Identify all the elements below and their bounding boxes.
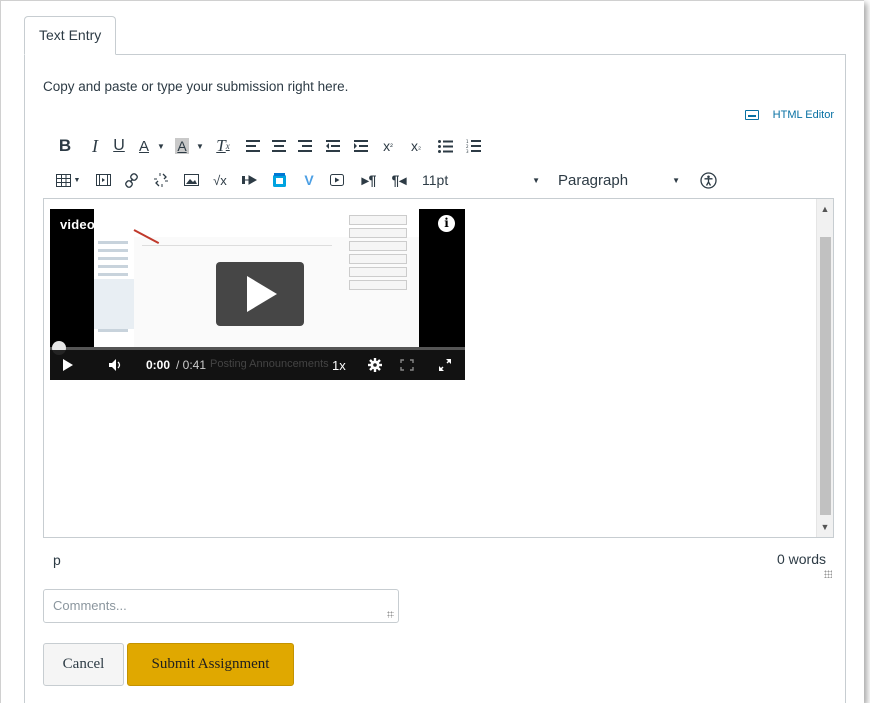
toolbar-row-1: B I U A ▼ A ▼ Tx x² x₂ 123	[54, 133, 482, 159]
toolbar-row-2: ▼ √x V ▸¶ ¶◂ 11pt ▼ Paragraph ▼	[54, 167, 718, 193]
align-right-icon[interactable]	[296, 133, 314, 159]
background-color-icon[interactable]: A	[173, 133, 191, 159]
element-path: p	[53, 552, 61, 568]
fullscreen-icon[interactable]	[438, 350, 452, 380]
text-color-icon[interactable]: A	[136, 133, 152, 159]
cancel-button[interactable]: Cancel	[43, 643, 124, 686]
align-left-icon[interactable]	[244, 133, 262, 159]
rtl-icon[interactable]: ¶◂	[390, 167, 408, 193]
bold-icon[interactable]: B	[54, 133, 76, 159]
instructions-text: Copy and paste or type your submission r…	[43, 79, 349, 94]
superscript-icon[interactable]: x²	[380, 133, 396, 159]
theater-mode-icon[interactable]	[400, 350, 414, 380]
duration: / 0:41	[176, 358, 207, 372]
chevron-down-icon: ▼	[532, 175, 540, 185]
font-size-value: 11pt	[422, 172, 449, 188]
resize-grip-icon[interactable]	[824, 570, 832, 578]
media-icon[interactable]	[94, 167, 112, 193]
ltr-icon[interactable]: ▸¶	[360, 167, 378, 193]
unlink-icon[interactable]	[152, 167, 170, 193]
video-controls: Posting Announcements 0:00 / 0:41 1x	[50, 350, 465, 380]
align-center-icon[interactable]	[270, 133, 288, 159]
paragraph-value: Paragraph	[558, 171, 629, 189]
keyboard-icon[interactable]	[744, 110, 759, 120]
editor-scrollbar[interactable]: ▲ ▼	[816, 199, 833, 537]
html-editor-label[interactable]: HTML Editor	[773, 109, 834, 121]
table-dropdown-icon[interactable]: ▼	[72, 167, 82, 193]
current-time: 0:00	[146, 358, 171, 372]
svg-text:3: 3	[466, 149, 469, 153]
outdent-icon[interactable]	[324, 133, 342, 159]
youtube-icon[interactable]	[328, 167, 346, 193]
play-icon[interactable]	[62, 350, 74, 380]
underline-icon[interactable]: U	[112, 133, 126, 159]
numbered-list-icon[interactable]: 123	[464, 133, 482, 159]
settings-gear-icon[interactable]	[368, 350, 382, 380]
video-title: video-assignment-01	[60, 217, 194, 232]
italic-icon[interactable]: I	[88, 133, 102, 159]
scrollbar-thumb[interactable]	[820, 237, 831, 515]
submit-assignment-button[interactable]: Submit Assignment	[127, 643, 294, 686]
accessibility-icon[interactable]	[698, 167, 718, 193]
playback-speed-button[interactable]: 1x	[332, 350, 346, 380]
office365-icon[interactable]	[270, 167, 288, 193]
comments-field[interactable]: Comments...	[43, 589, 399, 623]
vimeo-icon[interactable]: V	[300, 167, 318, 193]
link-icon[interactable]	[122, 167, 140, 193]
big-play-button[interactable]	[216, 262, 304, 326]
rich-text-editor[interactable]: video-assignment-01 i Posting Announceme…	[43, 198, 834, 538]
paragraph-dropdown[interactable]: Paragraph ▼	[558, 167, 680, 193]
table-icon[interactable]	[54, 167, 72, 193]
text-color-dropdown-icon[interactable]: ▼	[155, 133, 167, 159]
info-icon[interactable]: i	[438, 215, 455, 232]
chevron-down-icon: ▼	[672, 175, 680, 185]
html-editor-link[interactable]: HTML Editor	[744, 109, 834, 121]
embed-icon[interactable]	[240, 167, 258, 193]
scroll-down-icon[interactable]: ▼	[817, 519, 833, 535]
indent-icon[interactable]	[352, 133, 370, 159]
font-size-dropdown[interactable]: 11pt ▼	[422, 167, 540, 193]
subscript-icon[interactable]: x₂	[408, 133, 424, 159]
background-color-dropdown-icon[interactable]: ▼	[194, 133, 206, 159]
comments-placeholder: Comments...	[53, 598, 127, 613]
volume-icon[interactable]	[108, 350, 124, 380]
word-count: 0 words	[776, 551, 826, 567]
equation-icon[interactable]: √x	[210, 167, 230, 193]
image-icon[interactable]	[182, 167, 200, 193]
clear-formatting-icon[interactable]: Tx	[214, 133, 232, 159]
resize-grip-icon[interactable]	[387, 611, 394, 618]
bullet-list-icon[interactable]	[436, 133, 454, 159]
faded-caption: Posting Announcements	[210, 358, 329, 370]
tab-text-entry[interactable]: Text Entry	[24, 16, 117, 55]
embedded-video-player[interactable]: video-assignment-01 i Posting Announceme…	[50, 209, 465, 380]
scroll-up-icon[interactable]: ▲	[817, 201, 833, 217]
